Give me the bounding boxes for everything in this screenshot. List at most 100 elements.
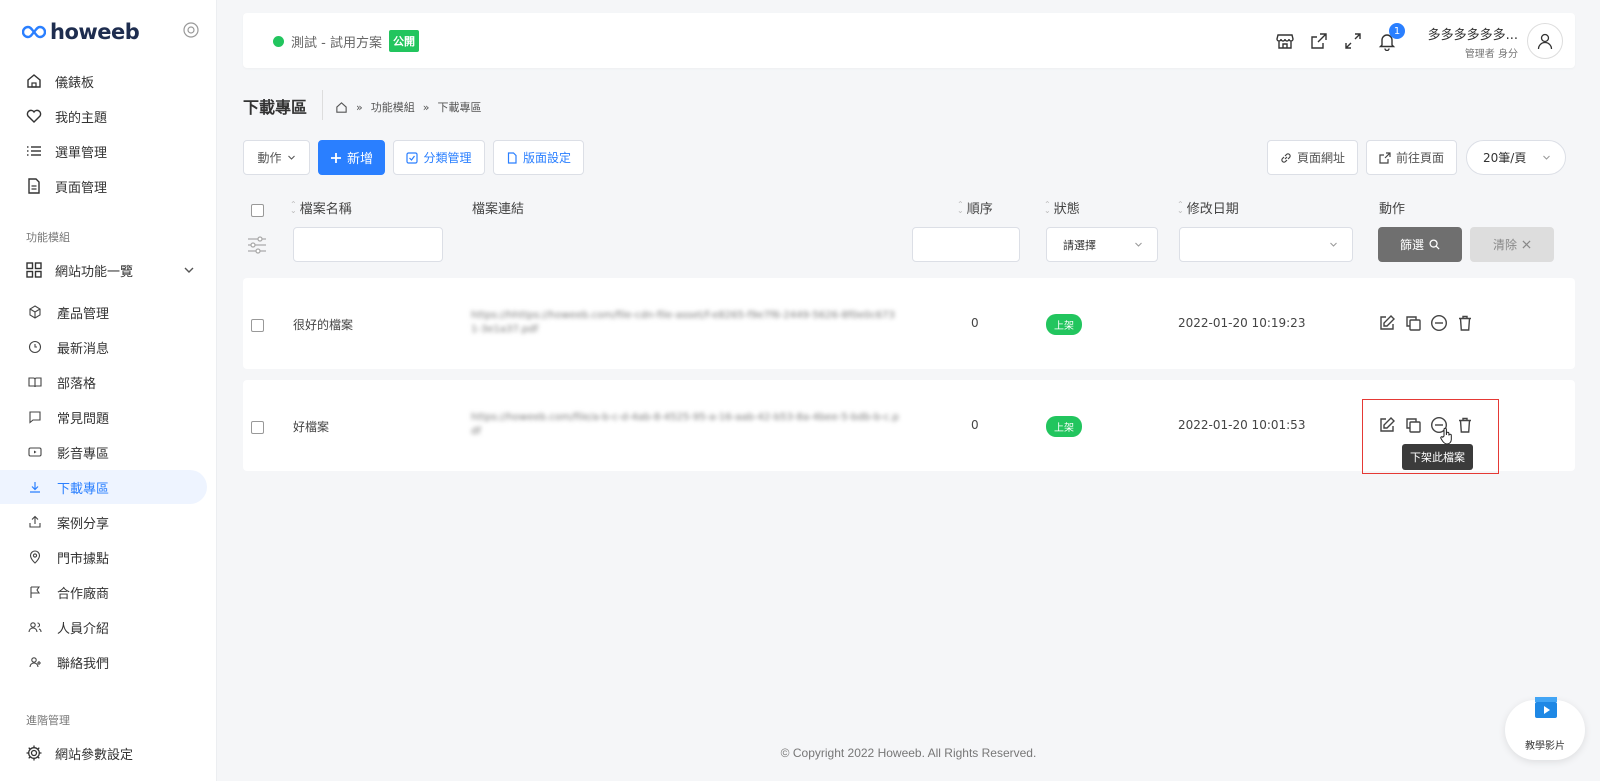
sort-icon: ⌃ ⌄ — [290, 199, 297, 215]
sidebar-item-news[interactable]: 最新消息 — [0, 330, 207, 364]
sidebar-item-site-modules[interactable]: 網站功能一覽 — [0, 253, 207, 287]
filter-settings-icon[interactable] — [247, 236, 267, 254]
filter-button[interactable]: 篩選 — [1378, 227, 1462, 262]
topbar: 測試 - 試用方案 公開 1 多多多多多多... 管理者 身分 — [243, 13, 1575, 68]
users-icon — [28, 620, 42, 634]
logo[interactable]: howeeb — [22, 20, 140, 44]
breadcrumb: » 功能模組 » 下載專區 — [335, 99, 481, 115]
modified-date-cell: 2022-01-20 10:19:23 — [1178, 316, 1306, 330]
column-header-order[interactable]: ⌃ ⌄ 順序 — [957, 198, 993, 217]
home-icon[interactable] — [335, 101, 348, 114]
sidebar-item-cases[interactable]: 案例分享 — [0, 505, 207, 539]
heart-icon — [25, 107, 43, 125]
video-clapper-icon — [1535, 697, 1557, 718]
column-header-status[interactable]: ⌃ ⌄ 狀態 — [1044, 198, 1080, 217]
sidebar-item-my-theme[interactable]: 我的主題 — [0, 99, 207, 133]
status-badge: 上架 — [1046, 416, 1082, 437]
logo-text: howeeb — [50, 20, 140, 44]
layout-settings-button[interactable]: 版面設定 — [493, 140, 584, 175]
flag-icon — [28, 585, 42, 599]
title-divider — [322, 90, 323, 120]
row-checkbox[interactable] — [251, 421, 264, 434]
user-name: 多多多多多多... — [1427, 28, 1518, 43]
edit-icon[interactable] — [1378, 314, 1396, 332]
file-name-filter-input[interactable] — [293, 227, 443, 262]
sort-icon: ⌃ ⌄ — [1177, 199, 1184, 215]
page-title: 下載專區 — [243, 98, 308, 117]
column-header-actions: 動作 — [1379, 202, 1406, 217]
chevron-down-icon — [1330, 242, 1337, 247]
modified-date-cell: 2022-01-20 10:01:53 — [1178, 418, 1306, 432]
status-badge: 上架 — [1046, 314, 1082, 335]
action-dropdown-button[interactable]: 動作 — [243, 140, 310, 175]
sidebar-item-dashboard[interactable]: 儀錶板 — [0, 64, 207, 98]
hand-cursor-icon — [1440, 427, 1452, 445]
public-badge: 公開 — [388, 30, 419, 52]
book-icon — [28, 375, 42, 389]
column-header-file-name[interactable]: ⌃ ⌄ 檔案名稱 — [290, 198, 352, 217]
top-icons: 1 — [1275, 23, 1405, 52]
page-url-button[interactable]: 頁面網址 — [1267, 140, 1358, 175]
grid-icon — [25, 261, 43, 279]
chat-icon — [28, 410, 42, 424]
store-icon[interactable] — [1275, 31, 1295, 51]
section-label-modules: 功能模組 — [26, 231, 70, 244]
select-all-checkbox[interactable] — [251, 204, 264, 217]
avatar[interactable] — [1527, 23, 1563, 59]
download-icon — [28, 480, 42, 494]
breadcrumb-item-current: 下載專區 — [437, 101, 482, 114]
external-link-icon[interactable] — [1309, 31, 1329, 51]
status-filter-select[interactable]: 請選擇 — [1046, 227, 1158, 262]
order-cell: 0 — [971, 316, 979, 330]
document-icon — [25, 177, 43, 195]
sidebar-item-blog[interactable]: 部落格 — [0, 365, 207, 399]
section-label-advanced: 進階管理 — [26, 714, 70, 727]
breadcrumb-separator: » — [422, 100, 430, 114]
per-page-select[interactable]: 20筆/頁 — [1466, 140, 1566, 175]
copy-icon[interactable] — [1404, 314, 1422, 332]
user-info[interactable]: 多多多多多多... 管理者 身分 — [1418, 24, 1518, 60]
plus-icon — [330, 152, 341, 163]
clock-icon — [28, 340, 42, 354]
sidebar-item-contact[interactable]: 聯絡我們 — [0, 645, 207, 679]
sidebar-item-partners[interactable]: 合作廠商 — [0, 575, 207, 609]
status-dot — [273, 35, 284, 47]
add-button[interactable]: 新增 — [318, 140, 385, 175]
sidebar-item-video[interactable]: 影音專區 — [0, 435, 207, 469]
sidebar-item-menu[interactable]: 選單管理 — [0, 134, 207, 168]
sidebar-item-download[interactable]: 下載專區 — [0, 470, 207, 504]
notification-button[interactable]: 1 — [1377, 23, 1405, 52]
sidebar-item-products[interactable]: 產品管理 — [0, 295, 207, 329]
sidebar-item-pages[interactable]: 頁面管理 — [0, 169, 207, 203]
box-icon — [28, 305, 42, 319]
location-icon — [28, 550, 42, 564]
chevron-down-icon — [184, 267, 194, 273]
file-name-cell: 好檔案 — [293, 420, 330, 434]
trash-icon[interactable] — [1456, 314, 1474, 332]
minus-circle-icon[interactable] — [1430, 314, 1448, 332]
file-link-cell[interactable]: https://hhttps://howeeb.com/file-cdn-fil… — [471, 309, 901, 337]
share-icon — [28, 515, 42, 529]
clear-filter-button[interactable]: 清除 — [1470, 227, 1554, 262]
column-header-modified[interactable]: ⌃ ⌄ 修改日期 — [1177, 198, 1239, 217]
sidebar: howeeb 儀錶板 我的主題 選單管理 頁面管理 功能模組 網站功能一覽 產品… — [0, 0, 217, 781]
row-checkbox[interactable] — [251, 319, 264, 332]
sidebar-item-faq[interactable]: 常見問題 — [0, 400, 207, 434]
sidebar-item-staff[interactable]: 人員介紹 — [0, 610, 207, 644]
list-icon — [25, 142, 43, 160]
sidebar-item-stores[interactable]: 門市據點 — [0, 540, 207, 574]
category-management-button[interactable]: 分類管理 — [393, 140, 485, 175]
file-link-cell[interactable]: https://howeeb.com/file/a-b-c-d-4ab-8-45… — [471, 411, 901, 439]
tutorial-video-button[interactable]: 教學影片 — [1505, 697, 1585, 760]
date-filter-select[interactable] — [1179, 227, 1353, 262]
site-status: 測試 - 試用方案 公開 — [273, 30, 419, 52]
fullscreen-icon[interactable] — [1343, 31, 1363, 51]
table-row: 很好的檔案 https://hhttps://howeeb.com/file-c… — [243, 278, 1575, 369]
order-filter-input[interactable] — [912, 227, 1020, 262]
collapse-sidebar-icon[interactable] — [183, 22, 199, 38]
file-name-cell: 很好的檔案 — [293, 318, 354, 332]
breadcrumb-item-modules[interactable]: 功能模組 — [371, 99, 415, 115]
home-icon — [25, 72, 43, 90]
goto-page-button[interactable]: 前往頁面 — [1366, 140, 1457, 175]
link-icon — [1281, 152, 1291, 163]
